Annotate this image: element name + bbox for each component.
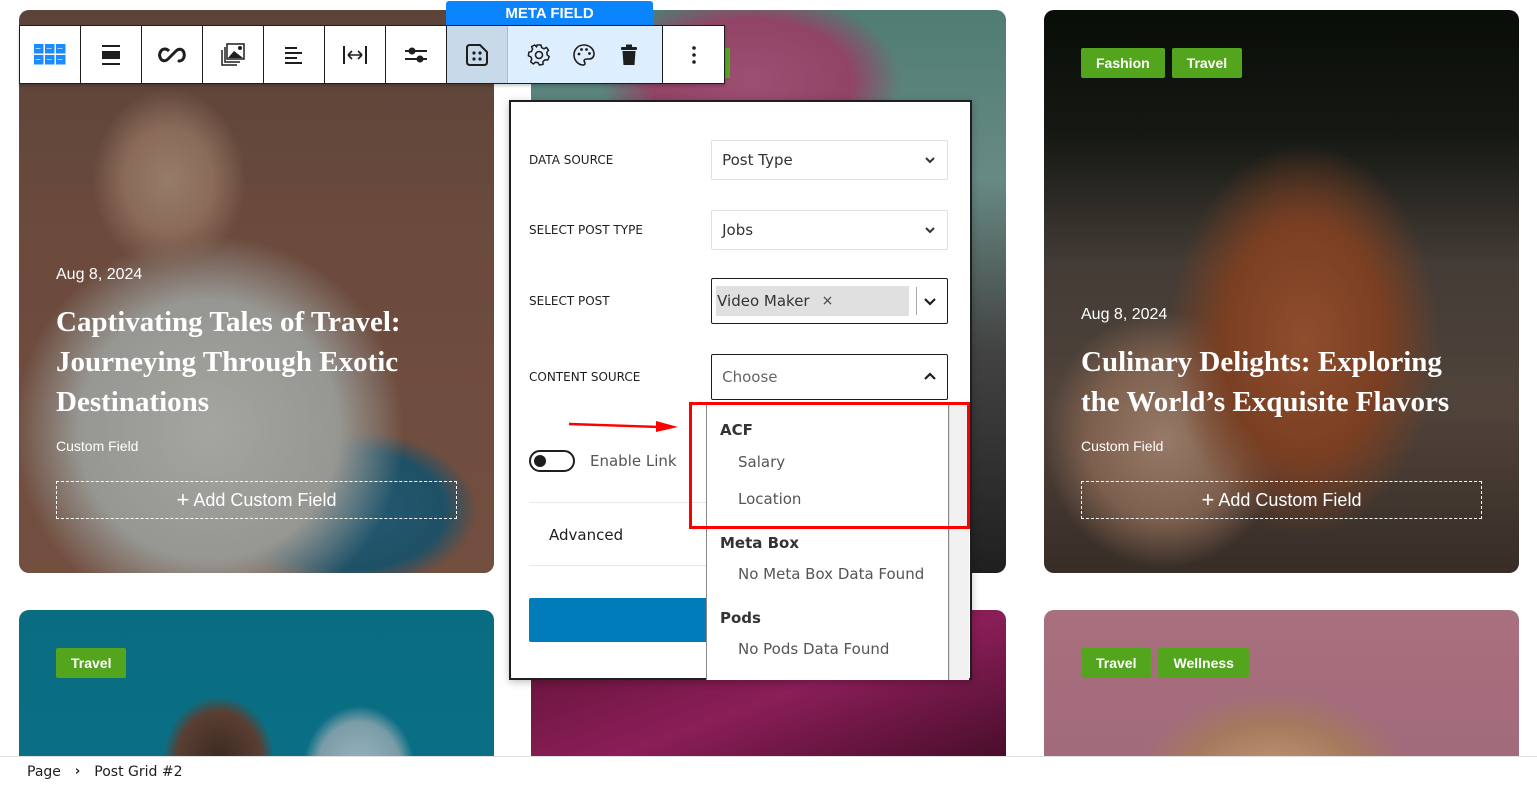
plus-icon: + bbox=[1201, 487, 1215, 512]
post-card[interactable]: Fashion Travel Aug 8, 2024 Culinary Deli… bbox=[1044, 10, 1519, 573]
select-post-row: SELECT POST Video Maker × bbox=[529, 278, 948, 324]
gear-button[interactable] bbox=[516, 26, 561, 83]
chevron-up-icon bbox=[924, 372, 936, 380]
dropdown-group-pods: Pods bbox=[720, 609, 761, 627]
post-tags: Fashion Travel bbox=[1081, 48, 1243, 78]
breadcrumb-item-page[interactable]: Page bbox=[27, 764, 61, 780]
width-button[interactable] bbox=[325, 26, 386, 83]
post-date: Aug 8, 2024 bbox=[56, 266, 143, 283]
dropdown-scrollbar[interactable] bbox=[949, 402, 969, 680]
width-arrows-icon bbox=[343, 45, 367, 64]
custom-field-label[interactable]: Custom Field bbox=[56, 438, 457, 454]
annotation-arrow-icon bbox=[568, 421, 678, 432]
sliders-icon bbox=[405, 47, 427, 62]
content-source-row: CONTENT SOURCE Choose bbox=[529, 354, 948, 400]
post-content: Aug 8, 2024 Captivating Tales of Travel:… bbox=[56, 266, 457, 519]
editor-canvas: Aug 8, 2024 Captivating Tales of Travel:… bbox=[0, 0, 1537, 786]
data-source-row: DATA SOURCE Post Type bbox=[529, 140, 948, 180]
breadcrumb-item-post-grid[interactable]: Post Grid #2 bbox=[94, 764, 182, 780]
enable-link-label: Enable Link bbox=[590, 452, 677, 470]
remove-chip-icon[interactable]: × bbox=[822, 293, 834, 309]
data-source-label: DATA SOURCE bbox=[529, 153, 614, 167]
post-title[interactable]: Culinary Delights: Exploring the World’s… bbox=[1081, 342, 1482, 422]
kebab-menu-icon bbox=[691, 45, 696, 64]
block-toolbar bbox=[19, 25, 725, 84]
post-grid-button[interactable] bbox=[20, 26, 81, 83]
enable-link-row: Enable Link bbox=[529, 450, 677, 472]
settings-sliders-button[interactable] bbox=[386, 26, 447, 83]
block-layout-icon bbox=[102, 44, 120, 65]
post-date: Aug 8, 2024 bbox=[1081, 306, 1168, 323]
post-title[interactable]: Captivating Tales of Travel: Journeying … bbox=[56, 302, 457, 422]
infinity-link-icon bbox=[158, 47, 186, 62]
post-tag[interactable]: Fashion bbox=[1081, 48, 1165, 78]
post-content: Aug 8, 2024 Culinary Delights: Exploring… bbox=[1081, 306, 1482, 519]
chevron-down-icon bbox=[925, 157, 935, 164]
post-type-value: Jobs bbox=[722, 221, 754, 239]
plus-icon: + bbox=[176, 487, 190, 512]
chevron-right-icon: › bbox=[74, 764, 81, 779]
style-button[interactable] bbox=[561, 26, 606, 83]
add-custom-field-button[interactable]: + Add Custom Field bbox=[56, 481, 457, 519]
dropdown-group-meta-box: Meta Box bbox=[720, 534, 800, 552]
content-source-dropdown: ACF Salary Location Meta Box No Meta Box… bbox=[706, 402, 949, 680]
selected-post-value: Video Maker bbox=[717, 292, 810, 310]
data-source-value: Post Type bbox=[722, 151, 793, 169]
block-breadcrumb: Page › Post Grid #2 bbox=[0, 756, 1537, 786]
select-post-multiselect[interactable]: Video Maker × bbox=[711, 278, 948, 324]
meta-field-button[interactable] bbox=[447, 26, 508, 83]
post-type-select[interactable]: Jobs bbox=[711, 210, 948, 250]
align-left-icon bbox=[285, 46, 302, 64]
post-tag[interactable]: Travel bbox=[1081, 648, 1152, 678]
selected-post-chip: Video Maker × bbox=[716, 286, 910, 316]
trash-icon bbox=[620, 44, 637, 65]
dropdown-group-acf: ACF bbox=[720, 421, 753, 439]
gallery-icon bbox=[221, 42, 245, 66]
add-custom-field-button[interactable]: + Add Custom Field bbox=[1081, 481, 1482, 519]
add-custom-field-label: Add Custom Field bbox=[1218, 489, 1362, 510]
more-options-button[interactable] bbox=[663, 26, 724, 83]
custom-field-label[interactable]: Custom Field bbox=[1081, 438, 1482, 454]
post-tag[interactable]: Wellness bbox=[1158, 648, 1249, 678]
chevron-down-icon bbox=[925, 227, 935, 234]
block-actions-group bbox=[508, 26, 663, 83]
dropdown-option-no-pods: No Pods Data Found bbox=[738, 640, 890, 658]
dropdown-option-salary[interactable]: Salary bbox=[738, 453, 785, 471]
post-card[interactable]: Aug 8, 2024 Captivating Tales of Travel:… bbox=[19, 10, 494, 573]
content-source-select[interactable]: Choose bbox=[711, 354, 948, 400]
palette-icon bbox=[572, 43, 595, 66]
gear-icon bbox=[527, 43, 550, 66]
dropdown-option-location[interactable]: Location bbox=[738, 490, 801, 508]
grid-icon bbox=[34, 43, 66, 64]
content-source-placeholder: Choose bbox=[722, 368, 778, 386]
select-post-label: SELECT POST bbox=[529, 294, 610, 308]
data-source-select[interactable]: Post Type bbox=[711, 140, 948, 180]
layout-button[interactable] bbox=[81, 26, 142, 83]
post-type-row: SELECT POST TYPE Jobs bbox=[529, 210, 948, 250]
post-tags: Travel bbox=[56, 648, 127, 678]
link-button[interactable] bbox=[142, 26, 203, 83]
dropdown-option-no-meta-box: No Meta Box Data Found bbox=[738, 565, 925, 583]
post-tag[interactable]: Travel bbox=[1171, 48, 1243, 78]
meta-field-icon bbox=[466, 43, 488, 66]
block-type-label: META FIELD bbox=[446, 1, 653, 26]
post-tag[interactable]: Travel bbox=[56, 648, 127, 678]
content-source-label: CONTENT SOURCE bbox=[529, 370, 641, 384]
advanced-panel-toggle[interactable]: Advanced bbox=[549, 526, 623, 544]
enable-link-toggle[interactable] bbox=[529, 450, 575, 472]
add-custom-field-label: Add Custom Field bbox=[193, 489, 337, 510]
chevron-down-icon[interactable] bbox=[923, 294, 937, 308]
post-tags: Travel Wellness bbox=[1081, 648, 1249, 678]
align-button[interactable] bbox=[264, 26, 325, 83]
media-button[interactable] bbox=[203, 26, 264, 83]
delete-button[interactable] bbox=[606, 26, 651, 83]
post-type-label: SELECT POST TYPE bbox=[529, 223, 643, 237]
